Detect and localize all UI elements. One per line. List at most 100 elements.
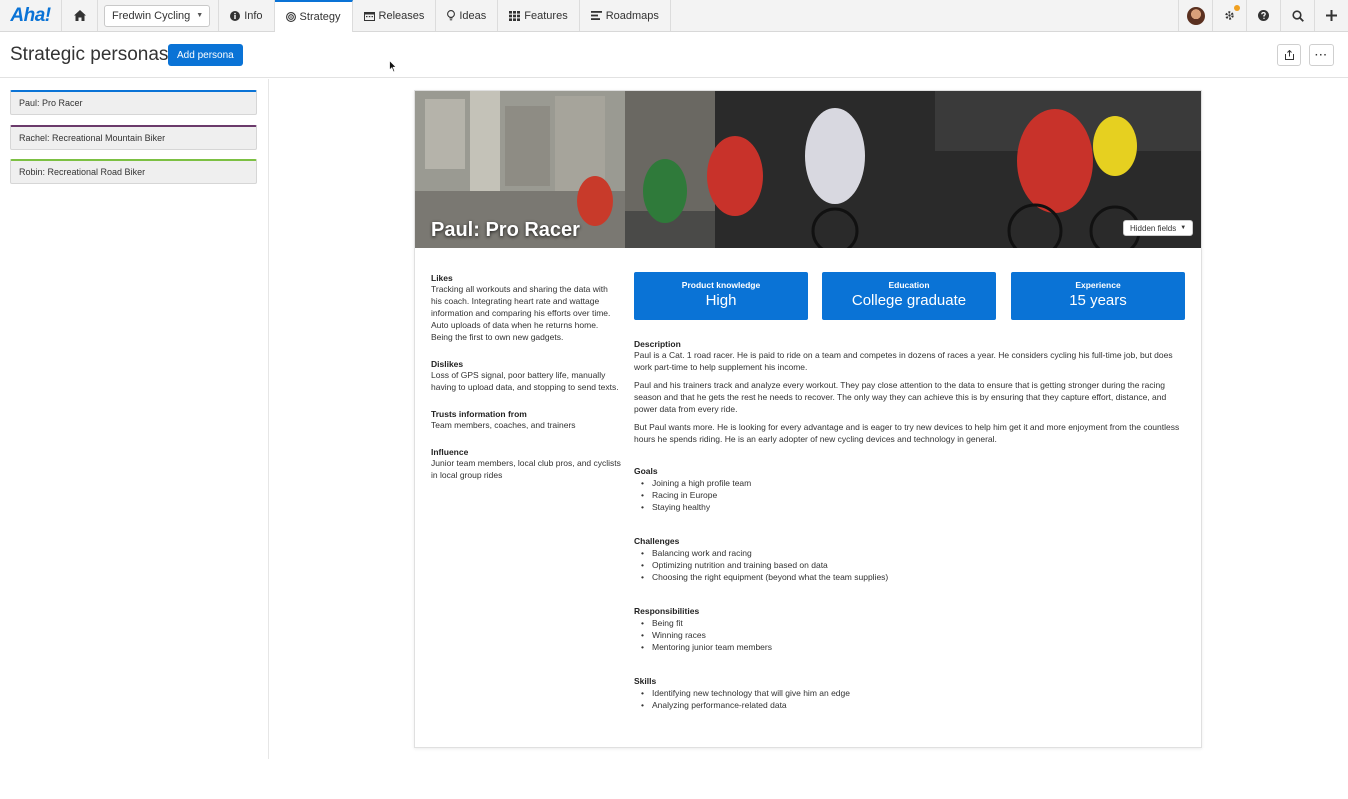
sidebar-item-label: Robin: Recreational Road Biker <box>19 167 146 177</box>
workspace-select[interactable]: Fredwin Cycling ▼ <box>104 4 211 27</box>
persona-name: Paul: Pro Racer <box>431 219 580 241</box>
tab-info-label: Info <box>244 9 263 22</box>
plus-icon <box>1326 10 1337 21</box>
goals-list: Joining a high profile team Racing in Eu… <box>634 477 1189 513</box>
sidebar-item-rachel[interactable]: Rachel: Recreational Mountain Biker <box>10 125 257 150</box>
sidebar-item-robin[interactable]: Robin: Recreational Road Biker <box>10 159 257 184</box>
page-title: Strategic personas <box>10 44 169 65</box>
tab-features-label: Features <box>524 9 568 22</box>
avatar <box>1186 6 1205 25</box>
tab-ideas-label: Ideas <box>459 9 487 22</box>
goals-label: Goals <box>634 466 658 476</box>
help-button[interactable] <box>1246 0 1280 31</box>
stat-label: Education <box>888 280 930 290</box>
stat-education: Education College graduate <box>822 272 996 320</box>
share-icon <box>1284 50 1294 60</box>
home-icon <box>73 10 86 21</box>
list-item: Choosing the right equipment (beyond wha… <box>634 571 1189 583</box>
workspace-switcher: Fredwin Cycling ▼ <box>98 0 220 31</box>
trusts-label: Trusts information from <box>431 409 527 419</box>
list-item: Mentoring junior team members <box>634 641 1189 653</box>
tab-roadmaps-label: Roadmaps <box>605 9 659 22</box>
tab-releases-label: Releases <box>378 9 425 22</box>
stat-label: Experience <box>1075 280 1121 290</box>
skills-label: Skills <box>634 676 657 686</box>
skills-list: Identifying new technology that will giv… <box>634 687 1189 711</box>
target-icon <box>285 12 296 22</box>
persona-attributes: Likes Tracking all workouts and sharing … <box>431 273 621 497</box>
stat-value: College graduate <box>851 292 967 309</box>
likes-label: Likes <box>431 273 453 283</box>
tab-strategy-label: Strategy <box>299 11 341 23</box>
ellipsis-icon: ··· <box>1315 49 1328 61</box>
tab-releases[interactable]: Releases <box>353 0 437 31</box>
stat-value: High <box>705 292 737 309</box>
sidebar-item-paul[interactable]: Paul: Pro Racer <box>10 90 257 115</box>
list-item: Staying healthy <box>634 501 1189 513</box>
page-header: Strategic personas Add persona ··· <box>0 32 1348 78</box>
likes-text: Tracking all workouts and sharing the da… <box>431 284 611 342</box>
add-persona-button[interactable]: Add persona <box>168 44 243 66</box>
tab-features[interactable]: Features <box>498 0 580 31</box>
calendar-icon <box>363 11 375 21</box>
mouse-cursor <box>389 60 397 73</box>
hidden-fields-label: Hidden fields <box>1130 223 1177 233</box>
workspace-name: Fredwin Cycling <box>112 9 191 22</box>
dislikes-label: Dislikes <box>431 359 464 369</box>
chevron-down-icon: ▼ <box>1180 225 1187 231</box>
hidden-fields-dropdown[interactable]: Hidden fields ▼ <box>1123 220 1194 236</box>
description-label: Description <box>634 339 681 349</box>
responsibilities-list: Being fit Winning races Mentoring junior… <box>634 617 1189 653</box>
tab-strategy[interactable]: Strategy <box>274 0 353 32</box>
list-item: Analyzing performance-related data <box>634 699 1189 711</box>
sidebar-item-label: Rachel: Recreational Mountain Biker <box>19 133 166 143</box>
sidebar-item-label: Paul: Pro Racer <box>19 98 83 108</box>
persona-card: Paul: Pro Racer Hidden fields ▼ Likes Tr… <box>414 90 1202 748</box>
share-button[interactable] <box>1277 44 1301 66</box>
challenges-label: Challenges <box>634 536 680 546</box>
challenges-list: Balancing work and racing Optimizing nut… <box>634 547 1189 583</box>
roadmap-icon <box>590 11 602 20</box>
gear-icon <box>1225 11 1234 20</box>
more-options-button[interactable]: ··· <box>1309 44 1334 66</box>
persona-hero-image: Paul: Pro Racer Hidden fields ▼ <box>415 91 1201 248</box>
list-item: Balancing work and racing <box>634 547 1189 559</box>
list-item: Identifying new technology that will giv… <box>634 687 1189 699</box>
lightbulb-icon <box>447 10 456 21</box>
top-navigation: Aha! Fredwin Cycling ▼ Info Strategy Rel… <box>0 0 1348 32</box>
search-icon <box>1291 9 1304 22</box>
grid-icon <box>509 10 521 21</box>
list-item: Joining a high profile team <box>634 477 1189 489</box>
chevron-down-icon: ▼ <box>196 12 204 19</box>
stat-label: Product knowledge <box>681 280 761 290</box>
trusts-text: Team members, coaches, and trainers <box>431 420 576 430</box>
user-menu[interactable] <box>1178 0 1212 31</box>
aha-logo[interactable]: Aha! <box>0 0 62 31</box>
dislikes-text: Loss of GPS signal, poor battery life, m… <box>431 370 619 392</box>
search-button[interactable] <box>1280 0 1314 31</box>
description-paragraph: Paul is a Cat. 1 road racer. He is paid … <box>634 350 1173 372</box>
create-button[interactable] <box>1314 0 1348 31</box>
stat-value: 15 years <box>1069 292 1127 309</box>
persona-sidebar: Paul: Pro Racer Rachel: Recreational Mou… <box>0 79 269 759</box>
responsibilities-label: Responsibilities <box>634 606 700 616</box>
tab-ideas[interactable]: Ideas <box>436 0 499 31</box>
persona-details: Description Paul is a Cat. 1 road racer.… <box>634 339 1189 734</box>
list-item: Racing in Europe <box>634 489 1189 501</box>
list-item: Optimizing nutrition and training based … <box>634 559 1189 571</box>
description-paragraph: Paul and his trainers track and analyze … <box>634 380 1167 414</box>
settings-button[interactable] <box>1212 0 1246 31</box>
influence-label: Influence <box>431 447 469 457</box>
help-icon <box>1258 10 1269 21</box>
home-button[interactable] <box>62 0 98 31</box>
list-item: Being fit <box>634 617 1189 629</box>
info-icon <box>230 10 241 21</box>
tab-roadmaps[interactable]: Roadmaps <box>580 0 671 31</box>
tab-info[interactable]: Info <box>219 0 275 31</box>
stat-product-knowledge: Product knowledge High <box>634 272 808 320</box>
list-item: Winning races <box>634 629 1189 641</box>
influence-text: Junior team members, local club pros, an… <box>431 458 621 480</box>
description-paragraph: But Paul wants more. He is looking for e… <box>634 422 1180 444</box>
notification-badge <box>1234 5 1240 11</box>
stat-experience: Experience 15 years <box>1011 272 1185 320</box>
